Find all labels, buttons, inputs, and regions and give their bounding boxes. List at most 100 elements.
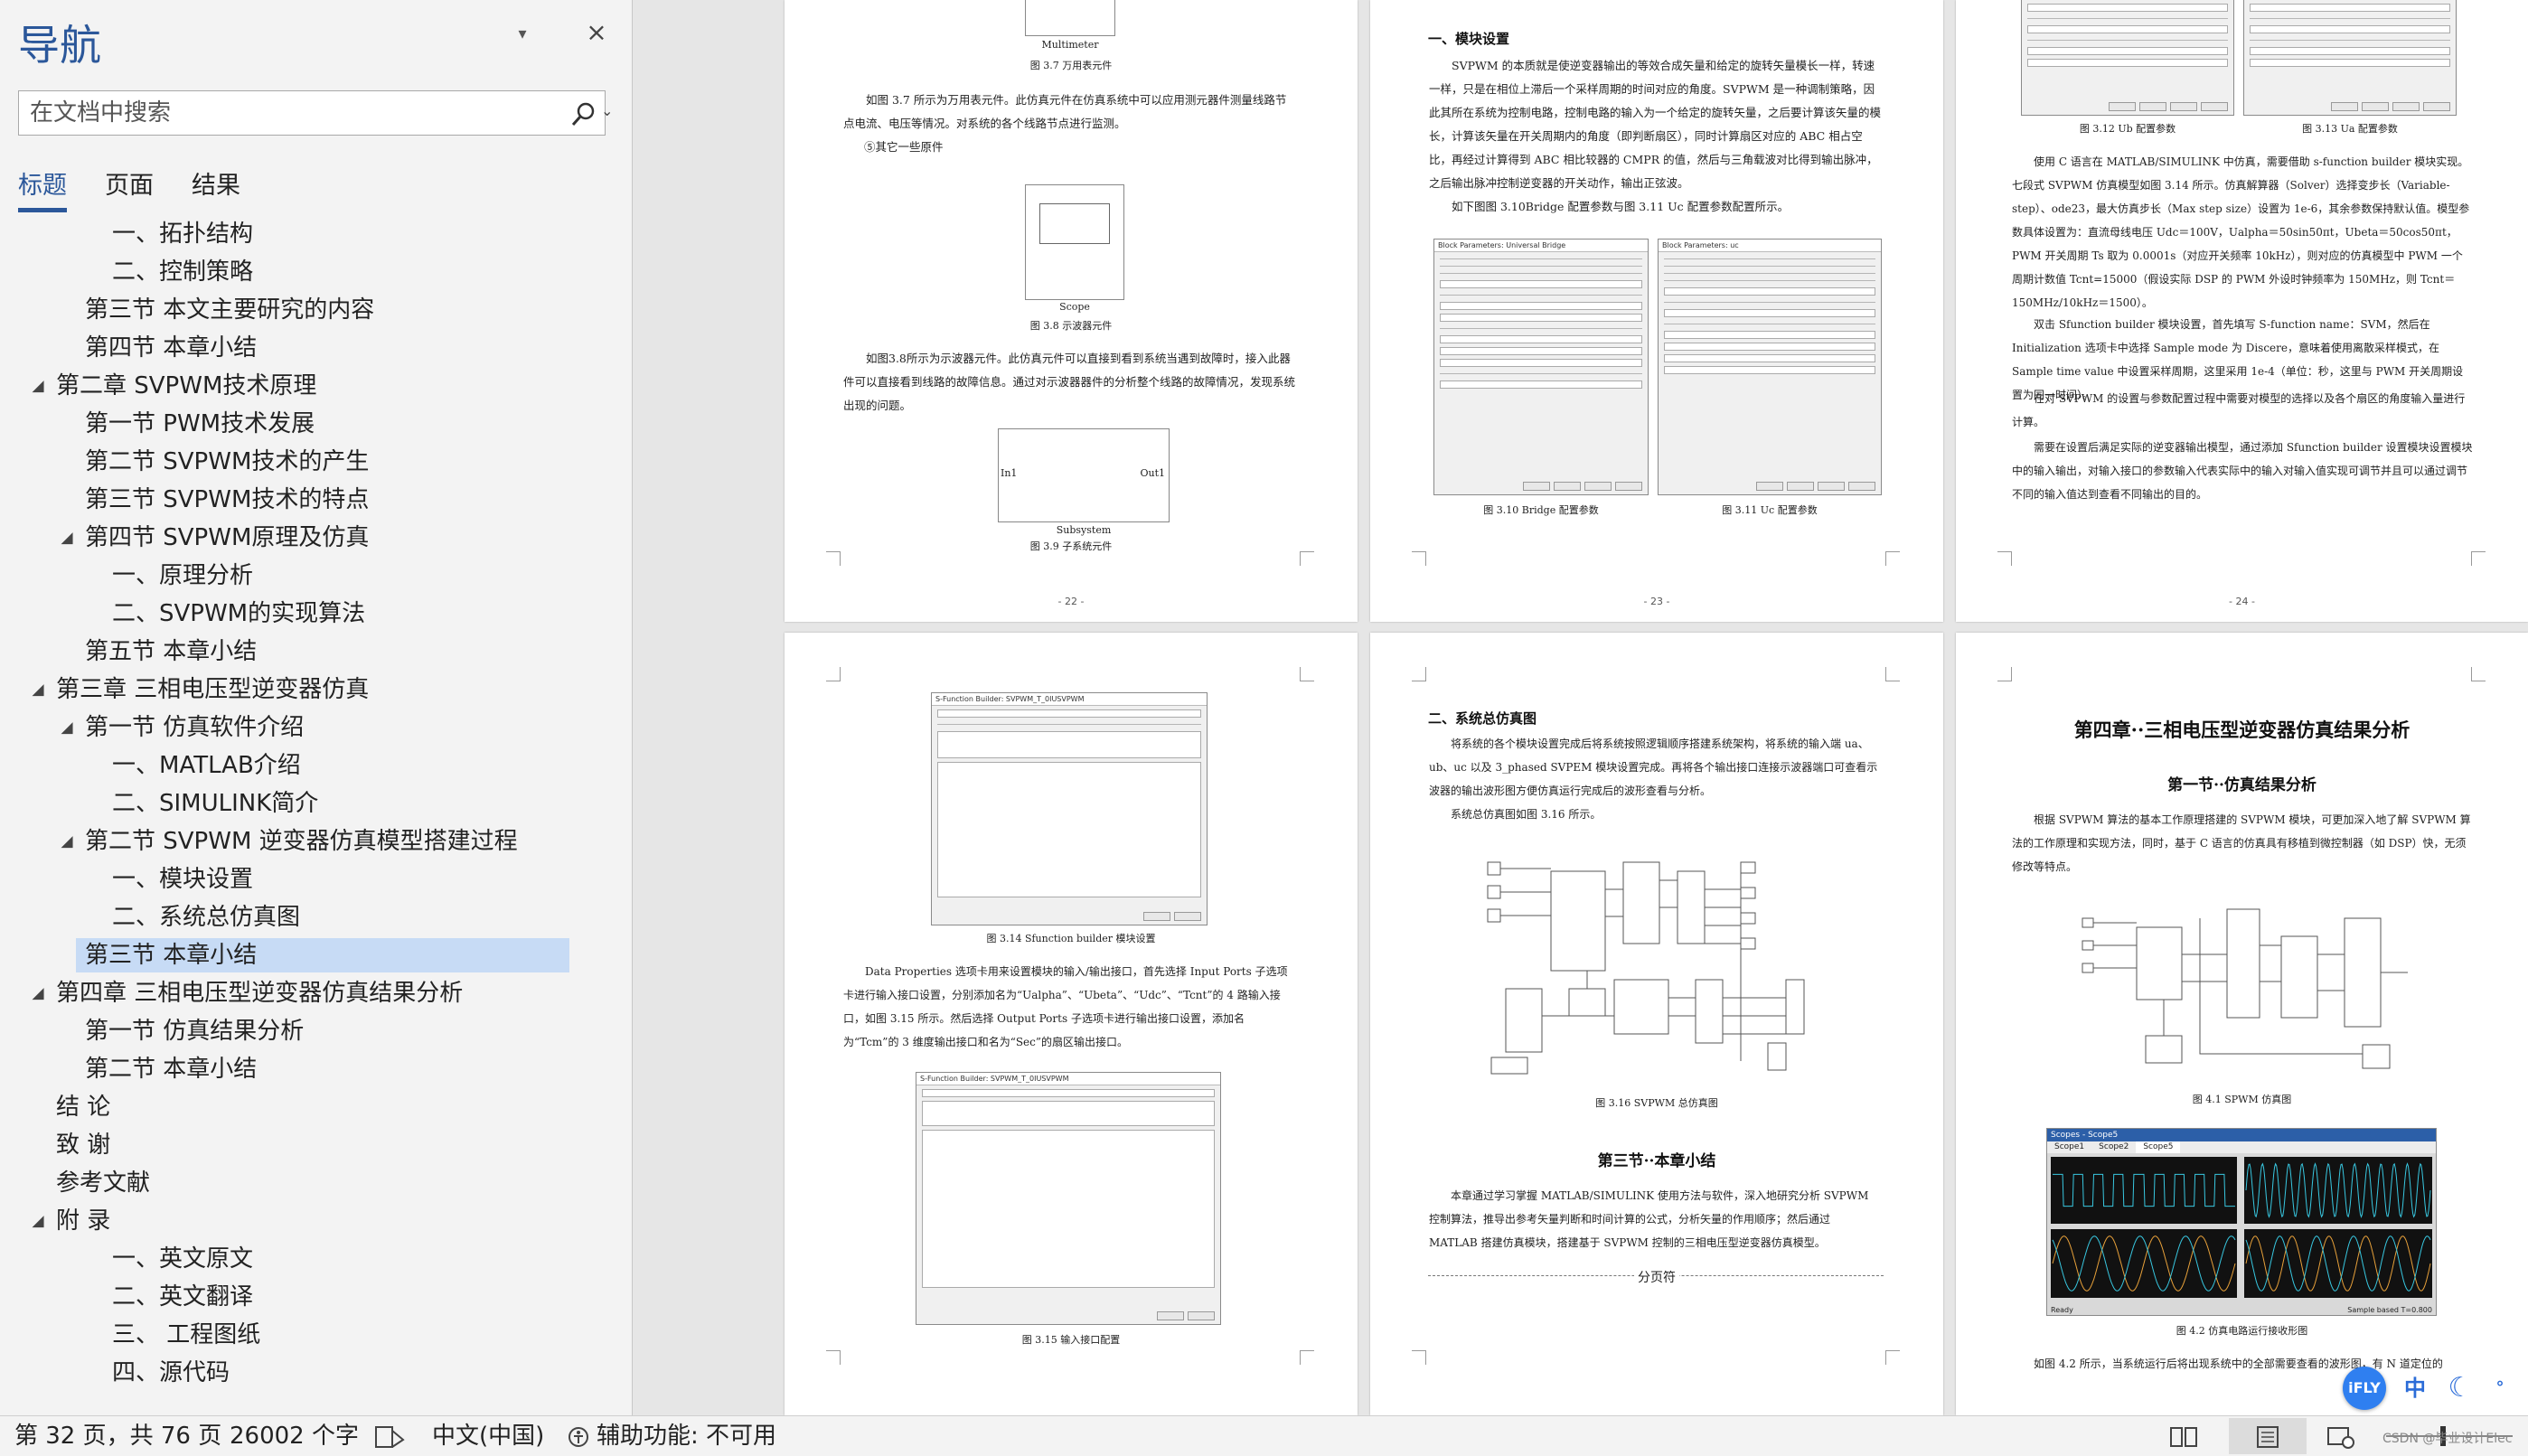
word-count[interactable]: 26002 个字 xyxy=(230,1416,359,1456)
tree-item-label: 第四节 SVPWM原理及仿真 xyxy=(85,524,370,551)
tree-item[interactable]: 结 论 xyxy=(0,1090,633,1124)
section-heading-module-settings: 一、模块设置 xyxy=(1428,31,1510,47)
language[interactable]: 中文(中国) xyxy=(432,1416,544,1456)
tab-headings[interactable]: 标题 xyxy=(18,165,67,212)
scope-block xyxy=(1025,184,1124,300)
nav-options-chevron-icon[interactable]: ▾ xyxy=(513,25,531,43)
page-23[interactable]: 一、模块设置 SVPWM 的本质就是使逆变器输出的等效合成矢量和给定的旋转矢量模… xyxy=(1370,0,1943,622)
caption-3-9: 图 3.9 子系统元件 xyxy=(1029,540,1113,552)
paragraph-system-build: 将系统的各个模块设置完成后将系统按照逻辑顺序搭建系统架构，将系统的输入端 ua、… xyxy=(1429,737,1878,797)
tree-item-label: 一、拓扑结构 xyxy=(112,221,254,248)
scope-window-title: Scopes - Scope5 xyxy=(2047,1129,2436,1141)
section-heading-summary: 第三节··本章小结 xyxy=(1597,1152,1716,1170)
tree-item-label: 一、英文原文 xyxy=(112,1245,254,1273)
collapse-arrow-icon[interactable]: ◢ xyxy=(56,710,78,745)
tree-item[interactable]: 二、SIMULINK简介 xyxy=(0,786,633,821)
tree-item[interactable]: 二、控制策略 xyxy=(0,255,633,289)
tree-item-label: 一、原理分析 xyxy=(112,562,254,589)
accessibility-status[interactable]: 辅助功能: 不可用 xyxy=(597,1416,776,1456)
tree-item[interactable]: 一、模块设置 xyxy=(0,862,633,897)
tree-item[interactable]: 二、系统总仿真图 xyxy=(0,900,633,935)
moon-icon[interactable]: ☾ xyxy=(2439,1367,2482,1410)
web-layout-icon[interactable] xyxy=(2326,1425,2355,1449)
multimeter-figure xyxy=(1025,0,1115,36)
chevron-down-icon[interactable]: ⌄ xyxy=(601,102,613,119)
collapse-arrow-icon[interactable]: ◢ xyxy=(27,369,49,403)
uc-params-dialog: Block Parameters: uc xyxy=(1658,239,1882,495)
tree-item[interactable]: 一、英文原文 xyxy=(0,1242,633,1276)
close-icon[interactable]: × xyxy=(586,20,607,45)
tree-item[interactable]: 第一节 PWM技术发展 xyxy=(0,407,633,441)
scope-tab-5[interactable]: Scope5 xyxy=(2136,1141,2181,1153)
tree-item[interactable]: ◢ 第三章 三相电压型逆变器仿真 xyxy=(0,672,633,707)
tree-item[interactable]: 四、源代码 xyxy=(0,1356,633,1390)
tree-item[interactable]: 第一节 仿真结果分析 xyxy=(0,1014,633,1048)
search-box: ⌄ xyxy=(18,90,613,136)
tree-item-label: 参考文献 xyxy=(56,1169,151,1197)
page-number: - 22 - xyxy=(1057,596,1085,607)
tree-item[interactable]: ◢ 附 录 xyxy=(0,1204,633,1238)
tree-item[interactable]: ◢ 第二节 SVPWM 逆变器仿真模型搭建过程 xyxy=(0,824,633,859)
scope-status-right: Sample based T=0.800 xyxy=(2347,1306,2432,1314)
scope-waveforms xyxy=(2051,1157,2432,1298)
subsystem-label: Subsystem xyxy=(1056,524,1112,536)
search-input[interactable] xyxy=(19,91,525,135)
page-22[interactable]: Multimeter 图 3.7 万用表元件 如图 3.7 所示为万用表元件。此… xyxy=(785,0,1358,622)
tree-item[interactable]: ◢ 第四章 三相电压型逆变器仿真结果分析 xyxy=(0,976,633,1010)
caption-3-13: 图 3.13 Ua 配置参数 xyxy=(2302,123,2398,135)
caption-3-12: 图 3.12 Ub 配置参数 xyxy=(2079,123,2176,135)
scope-tab-1[interactable]: Scope1 xyxy=(2047,1141,2091,1153)
print-layout-button[interactable] xyxy=(2229,1418,2307,1454)
tree-item[interactable]: 致 谢 xyxy=(0,1128,633,1162)
tab-results[interactable]: 结果 xyxy=(192,165,240,212)
tree-item[interactable]: 第五节 本章小结 xyxy=(0,634,633,669)
ime-language-toggle[interactable]: 中 xyxy=(2393,1367,2437,1410)
print-layout-icon xyxy=(2257,1426,2279,1448)
page-27[interactable]: 第四章··三相电压型逆变器仿真结果分析 第一节··仿真结果分析 根据 SVPWM… xyxy=(1956,633,2528,1415)
collapse-arrow-icon[interactable]: ◢ xyxy=(56,824,78,859)
scope-tab-2[interactable]: Scope2 xyxy=(2091,1141,2136,1153)
paragraph-io-ports: 需要在设置后满足实际的逆变器输出模型，通过添加 Sfunction builde… xyxy=(2012,441,2473,501)
section-heading-system-diagram: 二、系统总仿真图 xyxy=(1428,710,1537,727)
paragraph-c-simulation: 使用 C 语言在 MATLAB/SIMULINK 中仿真，需要借助 s-func… xyxy=(2012,155,2470,309)
page-25[interactable]: S-Function Builder: SVPWM_T_0IUSVPWM 图 3… xyxy=(785,633,1358,1415)
tab-pages[interactable]: 页面 xyxy=(105,165,154,212)
punctuation-icon[interactable]: ° xyxy=(2478,1367,2522,1410)
tree-item[interactable]: 第二节 SVPWM技术的产生 xyxy=(0,445,633,479)
tree-item[interactable]: 第三节 本文主要研究的内容 xyxy=(0,293,633,327)
collapse-arrow-icon[interactable]: ◢ xyxy=(27,672,49,707)
subsystem-block: In1 Out1 xyxy=(998,428,1170,522)
tree-item[interactable]: ◢ 第二章 SVPWM技术原理 xyxy=(0,369,633,403)
tree-item[interactable]: 第四节 本章小结 xyxy=(0,331,633,365)
tree-item[interactable]: 一、原理分析 xyxy=(0,559,633,593)
page-count[interactable]: 第 32 页，共 76 页 xyxy=(14,1416,221,1456)
tree-item[interactable]: 第二节 本章小结 xyxy=(0,1052,633,1086)
read-mode-icon[interactable] xyxy=(2169,1425,2198,1449)
tree-item-label: 二、控制策略 xyxy=(112,258,254,286)
tree-item[interactable]: 一、拓扑结构 xyxy=(0,217,633,251)
proofing-icon[interactable] xyxy=(374,1425,405,1449)
caption-4-1: 图 4.1 SPWM 仿真图 xyxy=(2192,1094,2292,1105)
collapse-arrow-icon[interactable]: ◢ xyxy=(27,976,49,1010)
accessibility-icon[interactable] xyxy=(568,1425,593,1449)
page-24[interactable]: 图 3.12 Ub 配置参数 图 3.13 Ua 配置参数 使用 C 语言在 M… xyxy=(1956,0,2528,622)
ifly-logo-button[interactable]: iFLY xyxy=(2343,1367,2386,1410)
tree-item[interactable]: ◢ 第一节 仿真软件介绍 xyxy=(0,710,633,745)
tree-item[interactable]: 二、SVPWM的实现算法 xyxy=(0,596,633,631)
paragraph-data-properties: Data Properties 选项卡用来设置模块的输入/输出接口，首先选择 I… xyxy=(843,965,1288,1048)
collapse-arrow-icon[interactable]: ◢ xyxy=(27,1204,49,1238)
tree-item[interactable]: 第三节 本章小结 xyxy=(0,938,633,972)
tree-item-label: 致 谢 xyxy=(56,1132,111,1159)
collapse-arrow-icon[interactable]: ◢ xyxy=(56,521,78,555)
tree-item[interactable]: 二、英文翻译 xyxy=(0,1280,633,1314)
tree-item-label: 第二节 SVPWM 逆变器仿真模型搭建过程 xyxy=(85,828,518,855)
tree-item[interactable]: 一、MATLAB介绍 xyxy=(0,748,633,783)
search-icon[interactable] xyxy=(570,100,597,127)
page-26[interactable]: 二、系统总仿真图 将系统的各个模块设置完成后将系统按照逻辑顺序搭建系统架构，将系… xyxy=(1370,633,1943,1415)
tree-item-label: 二、SIMULINK简介 xyxy=(112,790,319,817)
tree-item[interactable]: 三、 工程图纸 xyxy=(0,1318,633,1352)
tree-item[interactable]: 第三节 SVPWM技术的特点 xyxy=(0,483,633,517)
sfunction-ports-dialog: S-Function Builder: SVPWM_T_0IUSVPWM xyxy=(916,1072,1221,1325)
tree-item[interactable]: ◢ 第四节 SVPWM原理及仿真 xyxy=(0,521,633,555)
tree-item[interactable]: 参考文献 xyxy=(0,1166,633,1200)
